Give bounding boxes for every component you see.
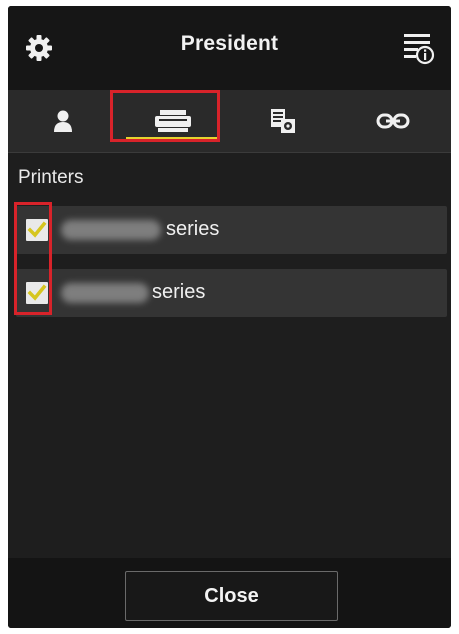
redacted-printer-model (61, 283, 149, 303)
user-icon (54, 110, 72, 132)
printers-section-label: Printers (18, 167, 84, 188)
tab-link[interactable] (338, 90, 448, 152)
footer-bar: Close (8, 558, 451, 628)
title-bar: President (8, 6, 451, 90)
tab-highlight-annotation (110, 90, 220, 142)
close-button[interactable]: Close (125, 571, 338, 621)
document-settings-icon (271, 109, 295, 133)
menu-info-icon[interactable] (403, 31, 435, 65)
printer-name-suffix: series (152, 281, 206, 303)
printer-list-panel: Printers series series (8, 153, 451, 558)
redacted-printer-model (61, 220, 161, 240)
page-title: President (180, 32, 279, 55)
checkbox-highlight-annotation (14, 202, 52, 315)
link-icon (376, 113, 410, 129)
printer-row[interactable]: series (16, 269, 447, 317)
printer-name-suffix: series (166, 218, 220, 240)
tab-user[interactable] (8, 90, 118, 152)
tab-bar (8, 90, 451, 153)
printer-row[interactable]: series (16, 206, 447, 254)
tab-document-settings[interactable] (228, 90, 338, 152)
app-window: President Printers series series Close (8, 6, 451, 628)
